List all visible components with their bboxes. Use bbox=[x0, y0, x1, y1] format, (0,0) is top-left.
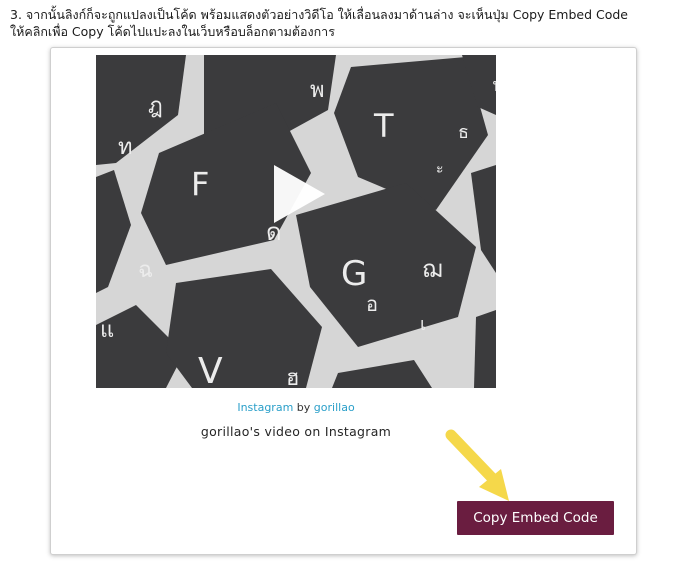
instagram-link[interactable]: Instagram bbox=[237, 401, 293, 414]
instruction-text: 3. จากนั้นลิงก์ก็จะถูกแปลงเป็นโค้ด พร้อม… bbox=[10, 6, 665, 40]
instruction-line-2: ให้คลิกเพื่อ Copy โค้ดไปแปะลงในเว็บหรือบ… bbox=[10, 24, 335, 39]
key-glyph: อ bbox=[366, 292, 378, 316]
by-text: by bbox=[296, 401, 311, 414]
instruction-line-1: 3. จากนั้นลิงก์ก็จะถูกแปลงเป็นโค้ด พร้อม… bbox=[10, 7, 628, 22]
key-glyph: แ bbox=[100, 318, 114, 343]
key-glyph: F bbox=[191, 165, 209, 203]
key-glyph: ธ bbox=[458, 122, 469, 143]
embed-attribution: Instagram by gorillao bbox=[51, 401, 541, 414]
key-glyph: ะ bbox=[436, 161, 444, 177]
key-glyph: ฟ bbox=[492, 75, 496, 96]
key-glyph: เ bbox=[420, 314, 426, 335]
key-glyph: T bbox=[373, 107, 394, 145]
author-link[interactable]: gorillao bbox=[314, 401, 355, 414]
key-glyph: ฌ bbox=[422, 255, 443, 283]
key-glyph: ฉ bbox=[138, 258, 153, 283]
embed-preview-card: ฎ ท พ T ธ ะ F ด G ฌ เ ฉ แ V ฮ อ ฟ bbox=[50, 47, 637, 555]
key-glyph: ฮ bbox=[286, 366, 299, 388]
key-glyph: ท bbox=[118, 135, 133, 160]
video-thumbnail[interactable]: ฎ ท พ T ธ ะ F ด G ฌ เ ฉ แ V ฮ อ ฟ bbox=[96, 55, 496, 388]
key-glyph: พ bbox=[310, 78, 325, 103]
key-glyph: ฎ bbox=[148, 94, 163, 119]
key-glyph: V bbox=[198, 351, 223, 388]
copy-embed-code-button[interactable]: Copy Embed Code bbox=[457, 501, 614, 535]
play-icon[interactable] bbox=[271, 163, 327, 225]
key-glyph: G bbox=[341, 254, 367, 294]
arrow-pointer-icon bbox=[445, 429, 509, 501]
